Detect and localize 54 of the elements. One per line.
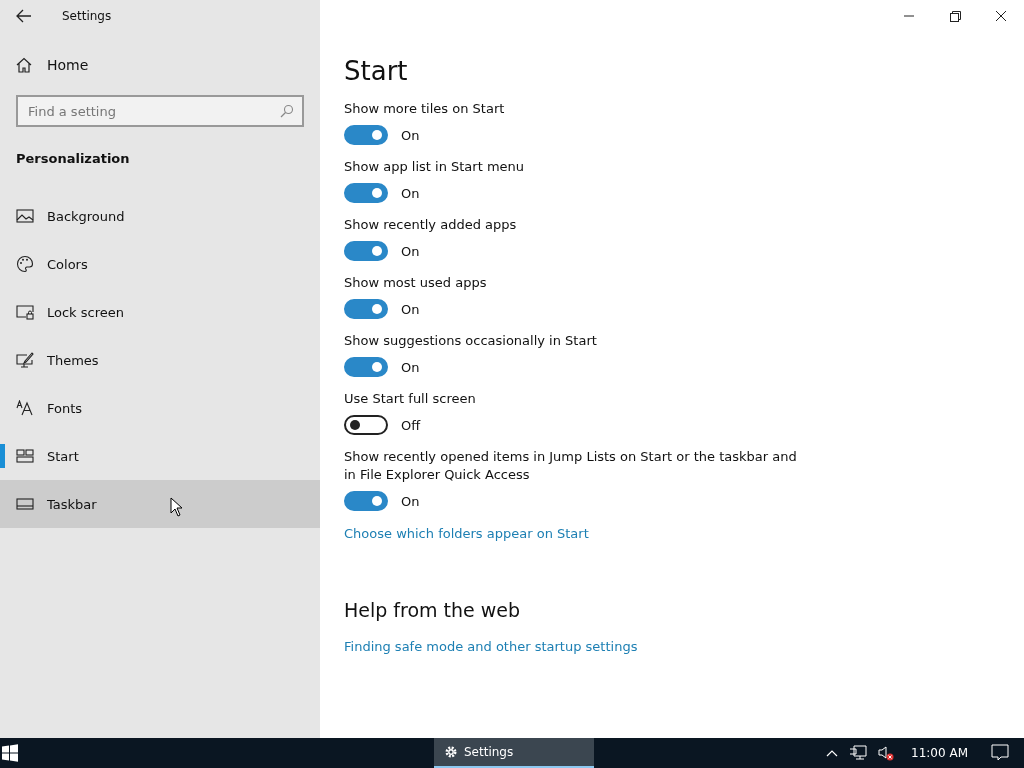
nav-item[interactable]: Lock screen <box>0 288 320 336</box>
toggle-state: On <box>401 243 420 259</box>
nav-item[interactable]: Background <box>0 192 320 240</box>
setting-label: Show suggestions occasionally in Start <box>344 332 598 350</box>
setting-label: Show more tiles on Start <box>344 100 506 118</box>
network-icon[interactable] <box>849 745 868 761</box>
help-link[interactable]: Finding safe mode and other startup settings <box>344 639 638 654</box>
toggle-state: On <box>401 301 420 317</box>
home-icon <box>16 57 32 73</box>
folders-link[interactable]: Choose which folders appear on Start <box>344 526 589 541</box>
nav-item[interactable]: Colors <box>0 240 320 288</box>
search-field[interactable]: Find a setting <box>16 95 304 127</box>
nav-item[interactable]: Fonts <box>0 384 320 432</box>
tiles-icon <box>16 449 34 463</box>
taskbar-app-button[interactable]: Settings <box>434 738 594 768</box>
toggle-state: On <box>401 127 420 143</box>
toggle-switch[interactable] <box>344 183 388 203</box>
clock[interactable]: 11:00 AM <box>911 746 968 760</box>
fonts-icon <box>16 400 34 416</box>
back-icon[interactable] <box>16 9 32 23</box>
section-heading: Personalization <box>16 151 131 168</box>
setting-label: Show recently opened items in Jump Lists on Start or the taskbar and in File Explorer Quick Access <box>344 448 798 484</box>
screen-lock-icon <box>16 304 34 320</box>
nav-item[interactable]: Start <box>0 432 320 480</box>
search-icon <box>280 104 294 118</box>
home-nav-item[interactable]: Home <box>0 41 320 89</box>
toggle-switch[interactable] <box>344 241 388 261</box>
chevron-up-icon[interactable] <box>825 748 840 758</box>
toggle-state: On <box>401 493 420 509</box>
notification-icon[interactable] <box>990 744 1010 762</box>
setting-label: Show app list in Start menu <box>344 158 526 176</box>
picture-frame-icon <box>16 208 34 224</box>
monitor-brush-icon <box>16 352 34 368</box>
toggle-switch[interactable] <box>344 415 388 435</box>
toggle-switch[interactable] <box>344 357 388 377</box>
setting-label: Use Start full screen <box>344 390 477 408</box>
speaker-muted-icon[interactable] <box>877 745 896 761</box>
gear-icon <box>444 745 458 759</box>
help-heading: Help from the web <box>344 599 521 621</box>
toggle-state: On <box>401 185 420 201</box>
window-title: Settings <box>62 9 112 23</box>
page-title: Start <box>344 56 408 86</box>
nav-item[interactable]: Taskbar <box>0 480 320 528</box>
mouse-pointer-icon <box>170 497 183 517</box>
toggle-state: On <box>401 359 420 375</box>
toggle-state: Off <box>401 417 421 433</box>
toggle-switch[interactable] <box>344 299 388 319</box>
taskbar-icon <box>16 498 34 510</box>
nav-item[interactable]: Themes <box>0 336 320 384</box>
toggle-switch[interactable] <box>344 491 388 511</box>
palette-icon <box>16 255 34 273</box>
setting-label: Show recently added apps <box>344 216 518 234</box>
toggle-switch[interactable] <box>344 125 388 145</box>
setting-label: Show most used apps <box>344 274 488 292</box>
